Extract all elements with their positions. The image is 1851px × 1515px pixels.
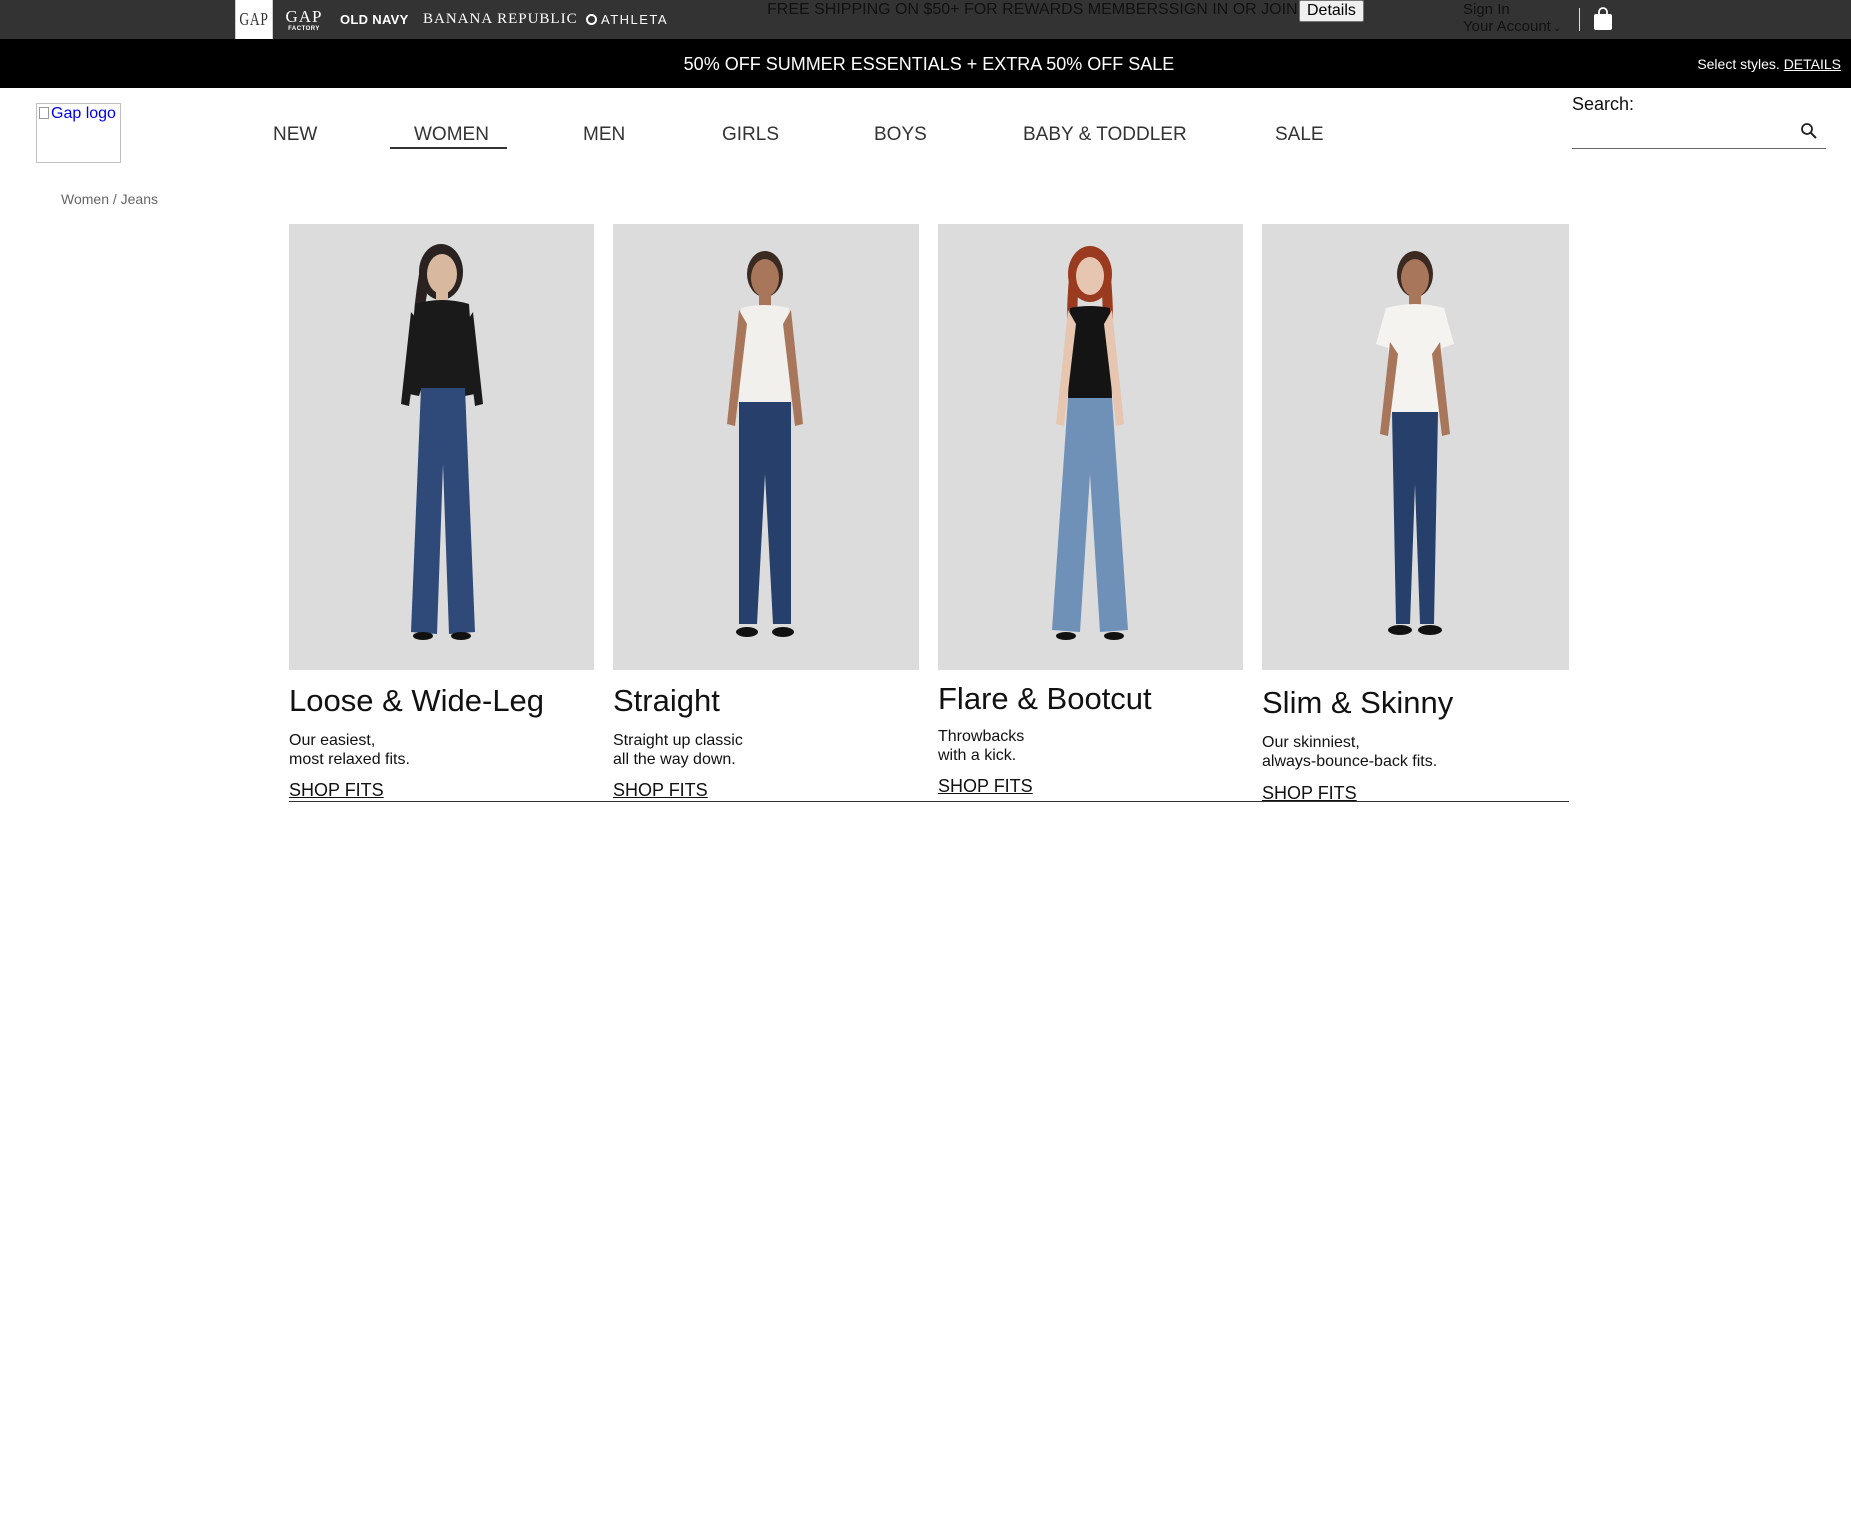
promo-banner: 50% OFF SUMMER ESSENTIALS + EXTRA 50% OF… <box>0 39 1851 88</box>
shop-fits-link[interactable]: SHOP FITS <box>289 780 384 801</box>
card-description-line-2: most relaxed fits. <box>289 751 410 768</box>
card-description-line-2: always-bounce-back fits. <box>1262 753 1438 770</box>
product-photo[interactable] <box>613 224 919 670</box>
card-title[interactable]: Slim & Skinny <box>1262 685 1453 721</box>
shop-fits-link[interactable]: SHOP FITS <box>613 780 708 801</box>
card-description-line-1: Our skinniest, <box>1262 734 1360 751</box>
card-title[interactable]: Straight <box>613 683 720 719</box>
card-description-line-2: all the way down. <box>613 751 736 768</box>
breadcrumb[interactable]: Women / Jeans <box>61 191 158 207</box>
brand-utility-bar: GAP GAP FACTORY OLD NAVY BANANA REPUBLIC… <box>0 0 1851 39</box>
card-title[interactable]: Flare & Bootcut <box>938 681 1152 717</box>
brand-link-gap-factory[interactable]: GAP FACTORY <box>284 0 324 39</box>
card-description-line-1: Throwbacks <box>938 728 1025 745</box>
search-icon[interactable] <box>1800 122 1818 140</box>
shipping-promo-text[interactable]: FREE SHIPPING ON $50+ FOR REWARDS MEMBER… <box>767 1 1298 19</box>
product-photo[interactable] <box>938 224 1243 670</box>
search-input[interactable] <box>1572 116 1826 149</box>
brand-link-banana-republic[interactable]: BANANA REPUBLIC <box>423 0 578 39</box>
nav-girls[interactable]: GIRLS <box>722 124 779 146</box>
brand-link-old-navy[interactable]: OLD NAVY <box>340 0 409 39</box>
promo-fine-print: Select styles. DETAILS <box>1697 56 1841 72</box>
card-description-line-1: Our easiest, <box>289 732 376 749</box>
gap-logo[interactable]: Gap logo <box>36 103 121 163</box>
card-description-line-2: with a kick. <box>938 747 1017 764</box>
gap-factory-logo-subtext: FACTORY <box>288 25 320 32</box>
nav-active-indicator <box>390 147 507 149</box>
gap-logo-alt-text: Gap logo <box>51 105 116 122</box>
product-photo[interactable] <box>1262 224 1569 670</box>
brand-link-gap[interactable]: GAP <box>235 0 273 39</box>
card-title[interactable]: Loose & Wide-Leg <box>289 683 544 719</box>
nav-women[interactable]: WOMEN <box>414 124 489 146</box>
promo-headline[interactable]: 50% OFF SUMMER ESSENTIALS + EXTRA 50% OF… <box>0 54 1851 75</box>
your-account-label: Your Account <box>1463 18 1551 35</box>
athleta-label: ATHLETA <box>601 12 669 27</box>
account-menu[interactable]: Sign In Your Account ⌄ <box>1463 1 1561 37</box>
shopping-bag-icon[interactable] <box>1593 7 1613 31</box>
sign-in-link[interactable]: Sign In <box>1463 1 1561 18</box>
select-styles-text: Select styles. <box>1697 56 1780 72</box>
shop-fits-link[interactable]: SHOP FITS <box>938 776 1033 797</box>
search-label: Search: <box>1572 94 1635 114</box>
card-description-line-1: Straight up classic <box>613 732 743 749</box>
athleta-flower-icon <box>586 14 597 25</box>
product-photo[interactable] <box>289 224 594 670</box>
cards-divider-line <box>289 801 1569 802</box>
brand-link-athleta[interactable]: ATHLETA <box>586 0 668 39</box>
utility-divider <box>1579 8 1580 31</box>
details-button[interactable]: Details <box>1299 0 1364 22</box>
nav-boys[interactable]: BOYS <box>874 124 927 146</box>
promo-details-link[interactable]: DETAILS <box>1784 56 1841 72</box>
chevron-down-icon: ⌄ <box>1552 23 1562 34</box>
nav-new[interactable]: NEW <box>273 124 317 146</box>
nav-sale[interactable]: SALE <box>1275 124 1324 146</box>
nav-men[interactable]: MEN <box>583 124 625 146</box>
nav-baby-toddler[interactable]: BABY & TODDLER <box>1023 124 1187 146</box>
gap-factory-logo-text: GAP <box>285 6 323 26</box>
broken-image-icon <box>39 107 49 119</box>
